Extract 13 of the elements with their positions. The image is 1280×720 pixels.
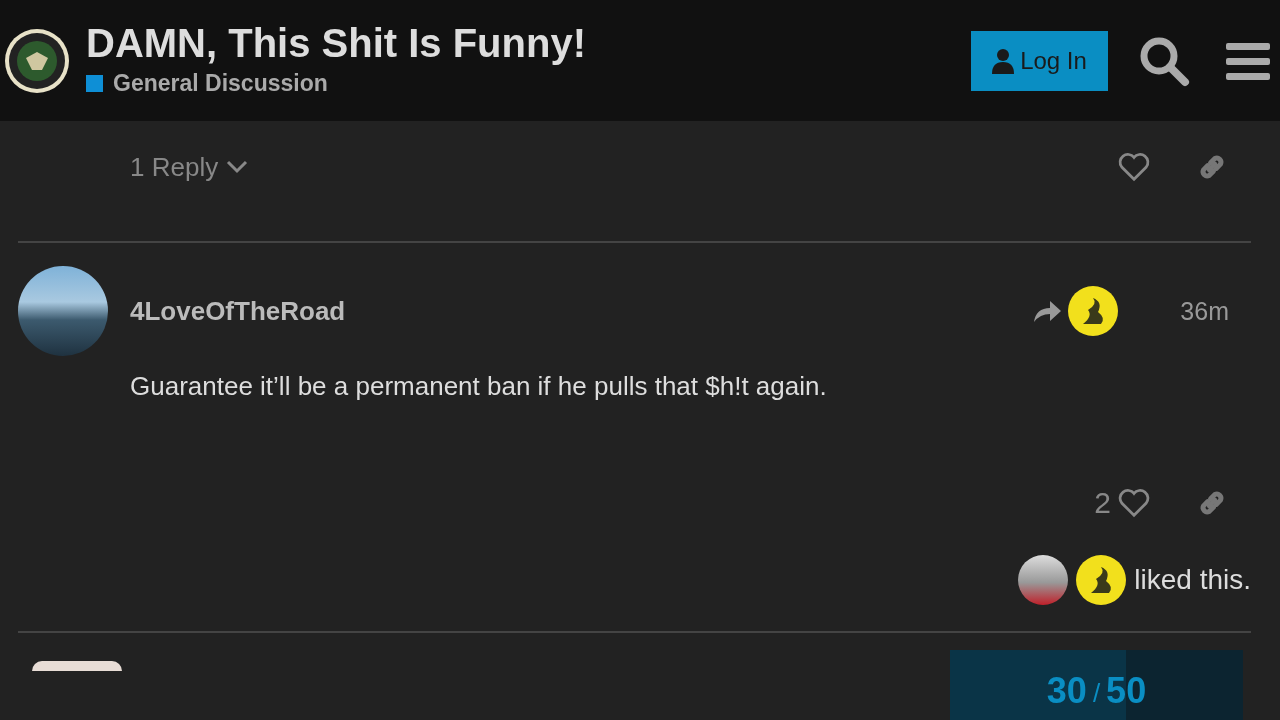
- separator: /: [1092, 678, 1101, 710]
- like-count: 2: [1094, 486, 1111, 520]
- timeline-progress[interactable]: 30 / 50: [950, 650, 1243, 720]
- post-time[interactable]: 36m: [1180, 296, 1229, 326]
- current-post-number: 30: [1046, 670, 1087, 713]
- replies-toggle[interactable]: 1 Reply: [130, 151, 249, 183]
- username[interactable]: 4LoveOfTheRoad: [130, 295, 346, 327]
- liked-this-text: liked this.: [1134, 564, 1251, 596]
- total-post-count: 50: [1106, 670, 1147, 713]
- login-button[interactable]: Log In: [971, 30, 1108, 91]
- category-link[interactable]: General Discussion: [113, 69, 328, 97]
- post-body: Guarantee it’ll be a permanent ban if he pulls that $h!t again.: [130, 371, 828, 403]
- topic-title[interactable]: DAMN, This Shit Is Funny!: [86, 20, 955, 66]
